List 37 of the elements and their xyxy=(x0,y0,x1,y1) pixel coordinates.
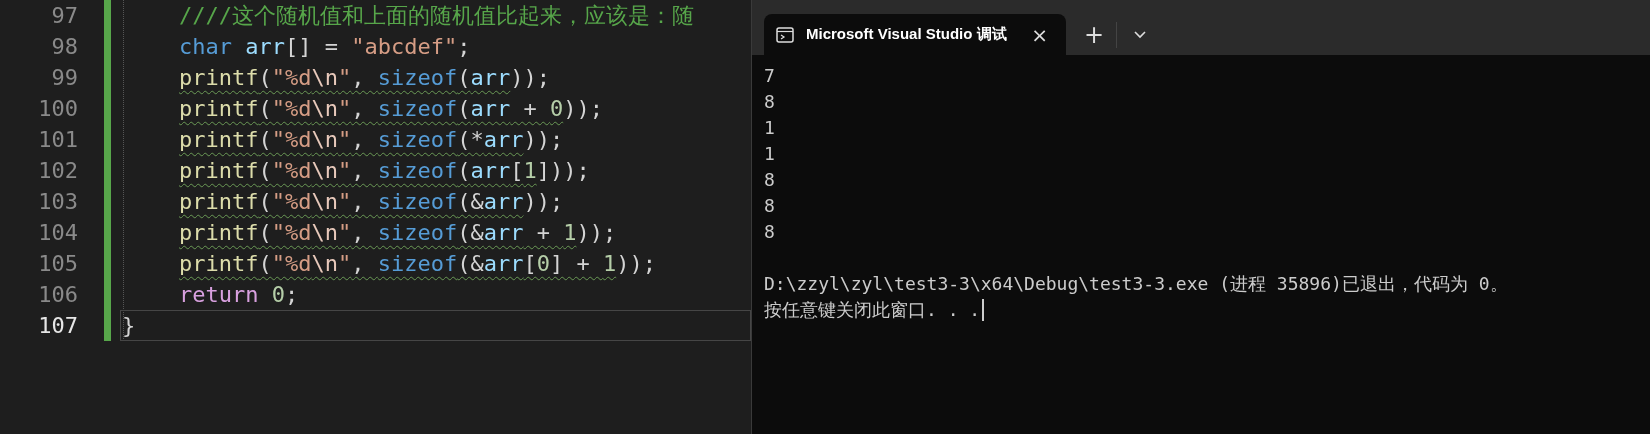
code-line: printf("%d\n", sizeof(&arr)); xyxy=(178,188,565,216)
code-line: printf("%d\n", sizeof(&arr[0] + 1)); xyxy=(178,250,657,278)
text-cursor xyxy=(982,299,985,321)
terminal-tab[interactable]: Microsoft Visual Studio 调试 × xyxy=(764,14,1066,55)
console-icon xyxy=(776,26,794,43)
line-number: 101 xyxy=(37,126,78,154)
line-number: 107 xyxy=(37,312,78,340)
code-line: printf("%d\n", sizeof(arr)); xyxy=(178,64,551,92)
line-number: 99 xyxy=(50,64,78,92)
output-line: 8 xyxy=(764,168,775,192)
output-line: 按任意键关闭此窗口. . . xyxy=(764,298,981,322)
line-number: 102 xyxy=(37,157,78,185)
output-line: 1 xyxy=(764,142,775,166)
output-line: 8 xyxy=(764,220,775,244)
code-line: printf("%d\n", sizeof(arr[1])); xyxy=(178,157,591,185)
close-tab-button[interactable]: × xyxy=(1025,18,1054,51)
line-number: 106 xyxy=(37,281,78,309)
code-line: ////这个随机值和上面的随机值比起来，应该是：随 xyxy=(178,2,695,30)
code-line: printf("%d\n", sizeof(&arr + 1)); xyxy=(178,219,618,247)
line-number: 105 xyxy=(37,250,78,278)
output-line: 8 xyxy=(764,90,775,114)
output-line: 8 xyxy=(764,194,775,218)
line-number: 100 xyxy=(37,95,78,123)
line-number: 104 xyxy=(37,219,78,247)
line-number: 103 xyxy=(37,188,78,216)
code-line: char arr[] = "abcdef"; xyxy=(178,33,472,61)
output-line: 1 xyxy=(764,116,775,140)
output-line: D:\zzyl\zyl\test3-3\x64\Debug\test3-3.exe (进程 35896)已退出，代码为 0。 xyxy=(764,272,1508,296)
chevron-down-icon[interactable] xyxy=(1133,29,1148,40)
tab-title: Microsoft Visual Studio 调试 xyxy=(806,25,1008,44)
code-line: printf("%d\n", sizeof(arr + 0)); xyxy=(178,95,604,123)
code-line: printf("%d\n", sizeof(*arr)); xyxy=(178,126,565,154)
new-tab-button[interactable]: + xyxy=(1078,18,1111,51)
line-number: 98 xyxy=(50,33,78,61)
line-number: 97 xyxy=(50,2,78,30)
code-line: return 0; xyxy=(178,281,300,309)
output-line: 7 xyxy=(764,64,775,88)
